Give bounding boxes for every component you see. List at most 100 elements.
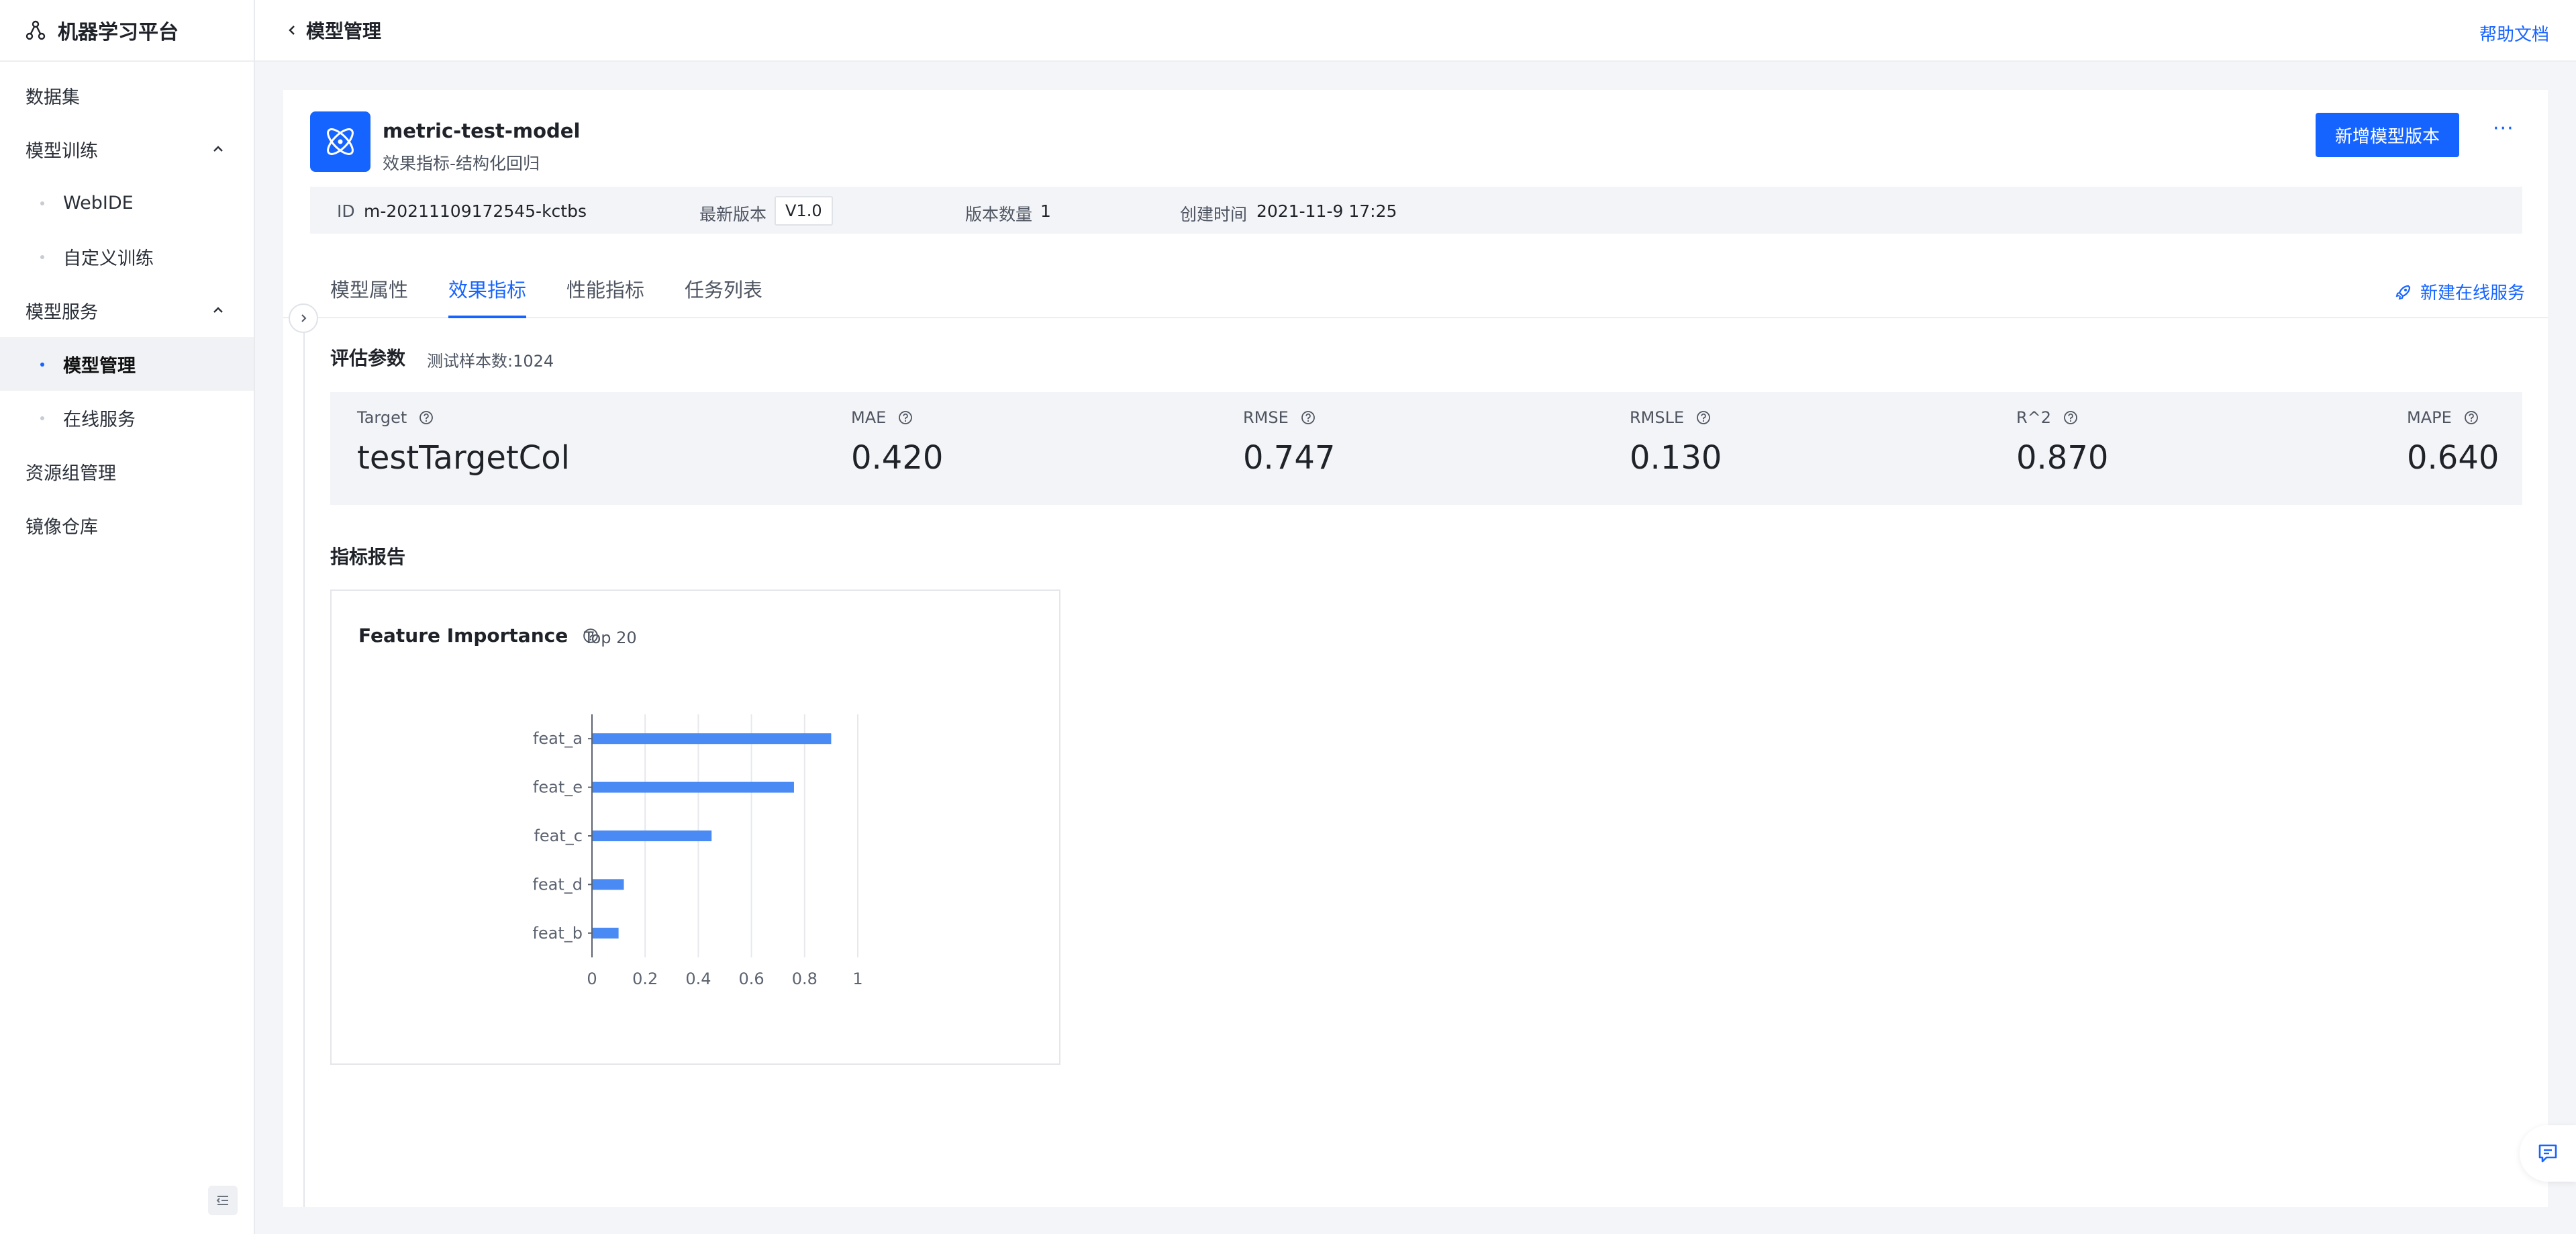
created-time-value: 2021-11-9 17:25 [1256,201,1397,221]
bar-feat_a [592,733,832,745]
tab-performance-metrics[interactable]: 性能指标 [566,263,644,317]
sidebar-item-model-training[interactable]: 模型训练 [0,122,254,176]
tab-model-properties[interactable]: 模型属性 [330,263,408,317]
help-icon[interactable] [1696,410,1711,425]
brand[interactable]: 机器学习平台 [0,0,254,62]
help-icon[interactable] [1301,410,1316,425]
help-icon[interactable] [419,410,434,425]
sidebar-nav: 数据集 模型训练 WebIDE 自定义训练 模型服务 模型管理 在线服务 资源组… [0,62,254,552]
metric-target: Target testTargetCol [357,408,570,477]
page-title: 模型管理 [306,20,382,42]
help-icon[interactable] [898,410,913,425]
test-sample-count: 测试样本数:1024 [427,352,554,371]
model-atom-icon [310,111,370,172]
sidebar-item-label: 数据集 [26,87,80,108]
model-header: metric-test-model 效果指标-结构化回归 新增模型版本 ··· … [283,90,2548,265]
metric-mape: MAPE 0.640 [2407,408,2499,477]
help-icon[interactable] [2464,410,2479,425]
sidebar-item-label: WebIDE [63,192,134,213]
feedback-button[interactable] [2520,1125,2576,1182]
metric-rmsle: RMSLE 0.130 [1630,408,1722,477]
y-tick-label: feat_b [532,924,583,943]
new-online-service-button[interactable]: 新建在线服务 [2395,279,2525,304]
back-button[interactable]: 模型管理 [287,17,381,44]
chat-icon [2538,1144,2557,1163]
id-label: ID [337,201,355,221]
model-subtitle: 效果指标-结构化回归 [383,154,540,173]
metric-value: 0.870 [2016,439,2109,477]
more-actions-button[interactable]: ··· [2493,117,2514,140]
tab-task-list[interactable]: 任务列表 [685,263,762,317]
sidebar-item-label: 模型管理 [63,355,136,377]
sidebar-item-image-repo[interactable]: 镜像仓库 [0,498,254,552]
feature-importance-chart: 0 0.2 0.4 0.6 0.8 1 feat_a feat_e feat_c feat_dfe… [532,714,863,988]
metric-label: Target [357,408,407,427]
latest-version-label: 最新版本 [699,205,767,224]
bullet-dot [40,255,44,259]
eval-params-title: 评估参数 [330,347,406,369]
bar-feat_c [592,830,712,841]
help-icon[interactable] [2063,410,2078,425]
chevron-right-icon [301,314,307,322]
collapse-menu-icon [216,1196,228,1205]
sidebar-item-model-management[interactable]: 模型管理 [0,337,254,391]
bullet-dot [40,201,44,205]
add-model-version-button[interactable]: 新增模型版本 [2316,113,2459,157]
metric-label: MAE [851,408,887,427]
sidebar: 机器学习平台 数据集 模型训练 WebIDE 自定义训练 模型服务 模型管理 在… [0,0,255,1234]
expand-panel-button[interactable] [289,303,318,333]
tab-effect-metrics[interactable]: 效果指标 [448,263,527,318]
model-detail-card: metric-test-model 效果指标-结构化回归 新增模型版本 ··· … [283,90,2548,1207]
bullet-dot [40,416,44,420]
y-tick-label: feat_e [533,778,583,797]
metric-rmse: RMSE 0.747 [1243,408,1335,477]
sidebar-item-model-service[interactable]: 模型服务 [0,283,254,337]
version-count-value: 1 [1040,201,1051,221]
sidebar-item-label: 镜像仓库 [26,516,98,538]
y-tick-label: feat_c [534,826,583,845]
bar-feat_e [592,781,794,793]
new-online-service-label: 新建在线服务 [2420,283,2525,303]
sidebar-item-label: 在线服务 [63,409,136,430]
metric-value: 0.747 [1243,439,1336,477]
feature-importance-card: Feature Importance Top 20 0 0.2 0.4 0.6 0.8 1… [330,589,1060,1065]
content-divider [303,318,305,1207]
bar-feat_b [592,927,619,939]
chevron-left-icon [289,26,295,35]
x-tick-label: 0.8 [792,969,818,988]
metric-value: 0.130 [1630,439,1722,477]
sidebar-item-label: 资源组管理 [26,463,116,484]
metric-r2: R^2 0.870 [2016,408,2108,477]
metric-label: MAPE [2407,408,2452,427]
platform-logo-icon [26,20,46,40]
id-value: m-20211109172545-kctbs [364,201,587,221]
brand-title: 机器学习平台 [58,21,179,44]
model-name: metric-test-model [383,120,581,142]
chevron-up-icon [213,146,223,152]
y-tick-label: feat_d [532,875,583,894]
model-meta-strip: ID m-20211109172545-kctbs 最新版本 V1.0 版本数量… [310,187,2522,234]
metric-value: 0.640 [2407,439,2499,477]
x-tick-label: 0.6 [739,969,764,988]
rocket-icon [2395,285,2411,299]
metric-value: 0.420 [851,439,944,477]
sidebar-item-custom-training[interactable]: 自定义训练 [0,230,254,283]
top-bar: 模型管理 帮助文档 [255,0,2576,62]
sidebar-item-webide[interactable]: WebIDE [0,176,254,230]
x-tick-label: 0.4 [685,969,711,988]
tab-bar: 模型属性 效果指标 性能指标 任务列表 新建在线服务 [283,263,2548,318]
x-tick-label: 0.2 [632,969,658,988]
bar-feat_d [592,879,624,890]
metric-label: RMSLE [1630,408,1685,427]
sidebar-item-dataset[interactable]: 数据集 [0,68,254,122]
x-tick-label: 0 [587,969,597,988]
sidebar-item-online-service[interactable]: 在线服务 [0,391,254,444]
collapse-sidebar-button[interactable] [208,1186,238,1215]
help-docs-link[interactable]: 帮助文档 [2479,21,2549,46]
metrics-report-title: 指标报告 [330,546,406,568]
metrics-strip: Target testTargetCol MAE 0.420 RMSE 0.74… [330,392,2522,505]
sidebar-item-label: 模型训练 [26,140,98,162]
sidebar-item-resource-group[interactable]: 资源组管理 [0,444,254,498]
x-tick-label: 1 [852,969,862,988]
metric-value: testTargetCol [357,439,570,477]
